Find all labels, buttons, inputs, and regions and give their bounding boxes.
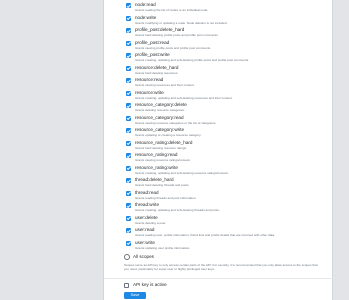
api-key-active-option[interactable]: API key is active <box>124 282 324 289</box>
scope-checkbox[interactable] <box>126 178 131 183</box>
scope-item[interactable]: resource:read Grants viewing resources an… <box>126 77 326 89</box>
scope-item[interactable]: thread:read Grants reading threads and po… <box>126 190 326 202</box>
scope-item[interactable]: node:write Grants modifying or updating a… <box>126 15 326 27</box>
scope-description: Grants reading user, profile information… <box>135 233 275 237</box>
scope-description: Grants hard deleting threads and posts. <box>135 183 190 187</box>
scope-checkbox[interactable] <box>126 40 131 46</box>
divider <box>104 278 334 279</box>
scope-item[interactable]: user:delete Grants deleting a user. <box>126 215 326 227</box>
all-scopes-label: All scopes <box>133 253 154 259</box>
scope-checkbox[interactable] <box>126 28 131 33</box>
scope-checkbox[interactable] <box>126 215 131 221</box>
scope-description: Grants creating, updating and soft-delet… <box>135 95 233 100</box>
scope-checkbox[interactable] <box>126 128 131 133</box>
scope-checkbox[interactable] <box>126 65 131 71</box>
save-button[interactable]: Save <box>124 292 146 299</box>
scope-checkbox[interactable] <box>126 190 131 196</box>
scopes-explanation: Scopes serve as API key to only access c… <box>124 263 318 272</box>
scope-description: Grants reading the list of nodes or an i… <box>135 8 209 12</box>
scope-checkbox[interactable] <box>126 240 131 246</box>
scope-item[interactable]: resource:write Grants creating, updating … <box>126 90 326 102</box>
scope-description: Grants reading threads and post informat… <box>135 195 197 200</box>
api-key-active-label: API key is active <box>133 282 167 287</box>
scope-item[interactable]: profile_post:read Grants viewing profile … <box>126 40 326 52</box>
scope-checkbox[interactable] <box>126 3 131 8</box>
scope-description: Grants creating, updating and soft-delet… <box>135 58 250 62</box>
scope-description: Grants updating or creating a resource c… <box>135 133 202 137</box>
scope-description: Grants viewing resource categories or th… <box>135 120 217 125</box>
scope-item[interactable]: profile_post:delete_hard Grants hard dele… <box>126 27 326 39</box>
scope-checkbox[interactable] <box>126 103 131 108</box>
all-scopes-radio[interactable] <box>124 254 130 260</box>
scope-checkbox[interactable] <box>126 228 131 233</box>
scope-item[interactable]: thread:delete_hard Grants hard deleting t… <box>126 177 326 189</box>
scope-checkbox[interactable] <box>126 78 131 83</box>
scope-checkbox[interactable] <box>126 15 131 21</box>
all-scopes-option[interactable]: All scopes <box>124 254 324 261</box>
scope-checkbox[interactable] <box>126 203 131 208</box>
scope-item[interactable]: user:write Grants updating user profile i… <box>126 240 326 252</box>
scope-description: Grants creating, updating and soft-delet… <box>135 208 220 212</box>
scope-description: Grants modifying or updating a node. Nod… <box>135 20 228 25</box>
scope-checkbox[interactable] <box>126 153 131 158</box>
scope-item[interactable]: node:read Grants reading the list of node… <box>126 2 326 14</box>
scope-description: Grants hard deleting resource ratings. <box>135 145 187 150</box>
scope-checkbox[interactable] <box>126 90 131 96</box>
page-background: node:read Grants reading the list of node… <box>0 0 349 300</box>
scope-item[interactable]: resource_rating:delete_hard Grants hard d… <box>126 140 326 152</box>
scope-description: Grants hard deleting profile posts and p… <box>135 33 219 37</box>
scope-item[interactable]: resource_category:delete Grants deleting … <box>126 102 326 114</box>
scope-item[interactable]: resource:delete_hard Grants hard deleting… <box>126 65 326 77</box>
scope-checkbox[interactable] <box>126 165 131 171</box>
scope-item[interactable]: resource_rating:read Grants viewing resou… <box>126 152 326 164</box>
scope-description: Grants deleting a user. <box>135 220 167 225</box>
scope-description: Grants deleting resource categories. <box>135 108 185 112</box>
scope-description: Grants viewing resources and their conte… <box>135 83 195 87</box>
scope-item[interactable]: profile_post:write Grants creating, updat… <box>126 52 326 64</box>
scope-description: Grants updating user profile information… <box>135 245 191 250</box>
scope-item[interactable]: resource_rating:write Grants creating, up… <box>126 165 326 177</box>
api-key-active-checkbox[interactable] <box>124 283 129 288</box>
scope-item[interactable]: resource_category:read Grants viewing res… <box>126 115 326 127</box>
scope-checkbox[interactable] <box>126 140 131 146</box>
api-key-form: node:read Grants reading the list of node… <box>103 0 334 300</box>
scope-description: Grants viewing resource ratings/reviews. <box>135 158 191 162</box>
scope-item[interactable]: user:read Grants reading user, profile in… <box>126 227 326 239</box>
scope-description: Grants viewing profile posts and profile… <box>135 45 212 50</box>
scope-description: Grants hard deleting resources. <box>135 70 179 75</box>
scope-item[interactable]: resource_category:write Grants updating o… <box>126 127 326 139</box>
scope-description: Grants creating, updating and soft-delet… <box>135 170 229 175</box>
scope-checkbox[interactable] <box>126 115 131 121</box>
scope-checkbox[interactable] <box>126 53 131 58</box>
scope-item[interactable]: thread:write Grants creating, updating an… <box>126 202 326 214</box>
